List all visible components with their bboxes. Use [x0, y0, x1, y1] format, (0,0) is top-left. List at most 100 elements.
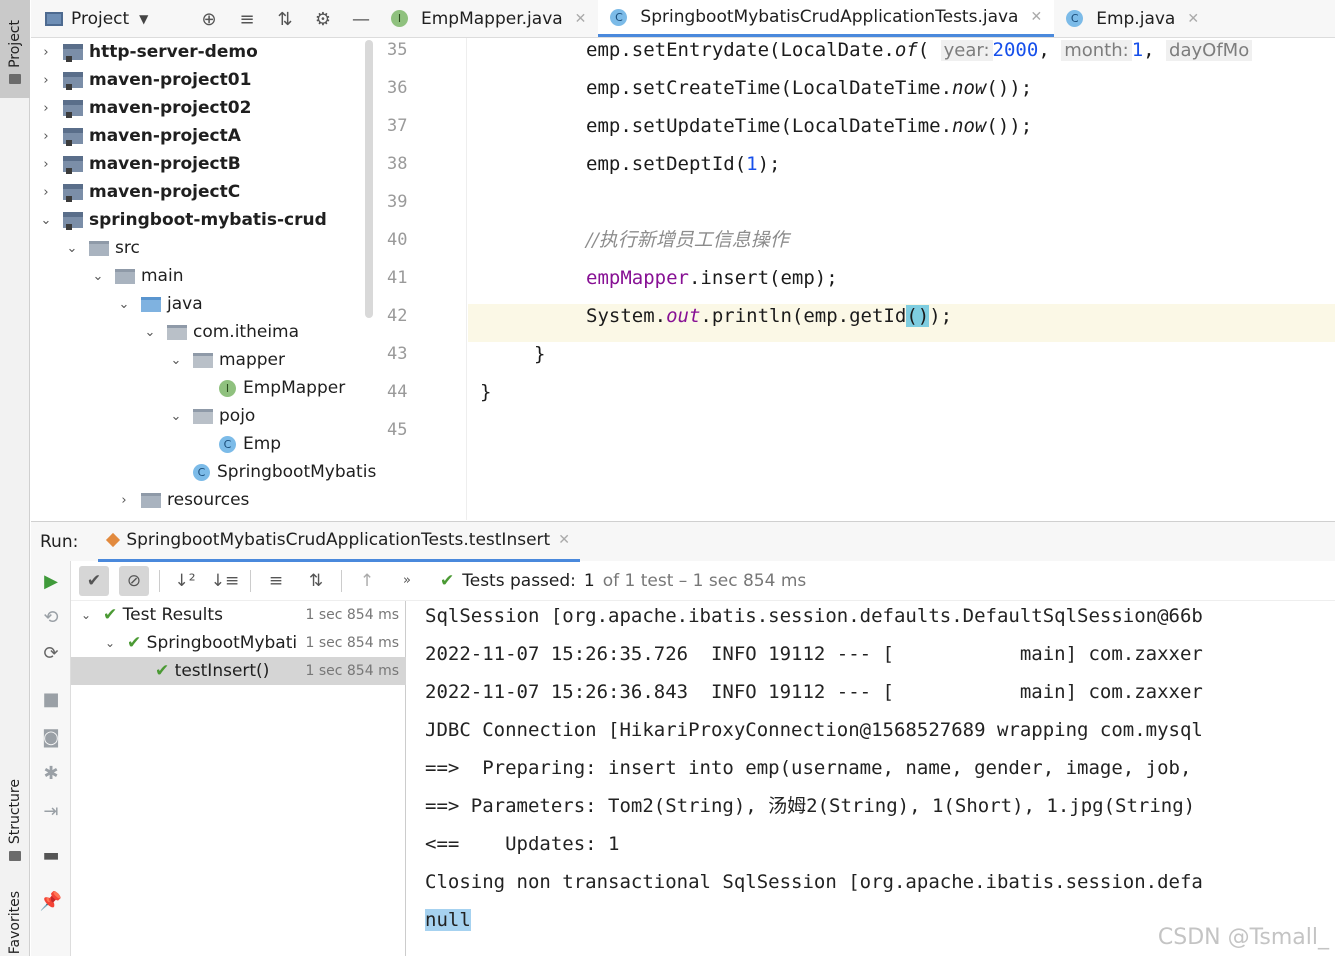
- layout-icon[interactable]: ▬: [39, 843, 63, 867]
- toggle-auto-test-icon[interactable]: ⟳: [39, 641, 63, 665]
- show-passed-icon[interactable]: ✔: [79, 565, 109, 596]
- tree-item-http-server-demo[interactable]: › http-server-demo: [39, 38, 258, 66]
- tree-item-springbootmybatis[interactable]: C SpringbootMybatis: [193, 458, 376, 486]
- project-view-selector[interactable]: Project: [71, 9, 129, 29]
- show-ignored-icon[interactable]: ⊘: [119, 565, 149, 596]
- project-tree-scrollbar[interactable]: [365, 40, 373, 318]
- chevron-down-icon[interactable]: ⌄: [169, 409, 183, 424]
- tree-item-mapper[interactable]: ⌄ mapper: [169, 346, 285, 374]
- stop-icon[interactable]: ■: [39, 687, 63, 711]
- close-icon[interactable]: ✕: [558, 532, 570, 548]
- project-tool-tab[interactable]: Project: [0, 0, 30, 98]
- debug-icon[interactable]: ✱: [39, 761, 63, 785]
- editor-tabs: I EmpMapper.java ✕ C SpringbootMybatisCr…: [379, 0, 1335, 38]
- chevron-right-icon[interactable]: ›: [39, 129, 53, 144]
- chevron-down-icon[interactable]: ⌄: [39, 213, 53, 228]
- structure-tool-tab[interactable]: Structure: [0, 770, 30, 870]
- check-icon: ✔: [103, 605, 118, 625]
- code-editor[interactable]: emp.setEntrydate(LocalDate.of( year: 2000…: [468, 38, 1335, 520]
- tree-item-maven-projecta[interactable]: › maven-projectA: [39, 122, 241, 150]
- tree-item-com-itheima[interactable]: ⌄ com.itheima: [143, 318, 300, 346]
- tree-item-springboot-mybatis-crud[interactable]: ⌄ springboot-mybatis-crud: [39, 206, 327, 234]
- tree-item-main[interactable]: ⌄ main: [91, 262, 184, 290]
- tree-item-emp[interactable]: C Emp: [219, 430, 281, 458]
- test-method-row[interactable]: ✔ testInsert() 1 sec 854 ms: [71, 657, 406, 685]
- tab-empmapper[interactable]: I EmpMapper.java ✕: [379, 0, 598, 37]
- expand-all-icon[interactable]: ≡: [237, 9, 257, 30]
- parameter-hint: month:: [1061, 40, 1132, 61]
- class-icon: C: [219, 435, 236, 453]
- close-icon[interactable]: ✕: [1187, 11, 1199, 27]
- chevron-right-icon[interactable]: ›: [39, 101, 53, 116]
- structure-icon: [9, 850, 21, 861]
- console-output[interactable]: SqlSession [org.apache.ibatis.session.de…: [407, 601, 1335, 956]
- chevron-right-icon[interactable]: ›: [117, 493, 131, 508]
- test-run-icon: [106, 532, 121, 548]
- rerun-failed-icon[interactable]: ⟲: [39, 605, 63, 629]
- code-line-42: System.out.println(emp.getId());: [468, 304, 1335, 342]
- chevron-right-icon[interactable]: ›: [39, 185, 53, 200]
- chevron-right-icon[interactable]: ›: [39, 45, 53, 60]
- tab-label: Emp.java: [1096, 8, 1176, 29]
- gear-icon[interactable]: ⚙: [313, 9, 333, 30]
- chevron-down-icon[interactable]: ⌄: [91, 269, 105, 284]
- previous-failed-icon[interactable]: ↑: [352, 566, 382, 596]
- chevron-down-icon[interactable]: ⌄: [65, 241, 79, 256]
- tree-item-maven-projectc[interactable]: › maven-projectC: [39, 178, 240, 206]
- test-results-root[interactable]: ⌄ ✔ Test Results 1 sec 854 ms: [71, 601, 406, 629]
- chevron-right-icon[interactable]: ›: [39, 157, 53, 172]
- module-icon: [63, 72, 83, 90]
- chevron-down-icon[interactable]: ⌄: [103, 636, 117, 650]
- chevron-down-icon[interactable]: ⌄: [79, 608, 93, 622]
- collapse-all-icon[interactable]: ⇅: [275, 9, 295, 30]
- module-icon: [63, 100, 83, 118]
- more-actions-icon[interactable]: »: [392, 566, 422, 596]
- close-icon[interactable]: ✕: [1030, 9, 1042, 25]
- tab-emp[interactable]: C Emp.java ✕: [1054, 0, 1211, 37]
- module-icon: [63, 128, 83, 146]
- test-results-tree: ⌄ ✔ Test Results 1 sec 854 ms ⌄ ✔ Spring…: [71, 601, 406, 956]
- tool-window-strip: Project Structure Favorites: [0, 0, 30, 956]
- chevron-down-icon[interactable]: ⌄: [143, 325, 157, 340]
- tree-item-maven-project02[interactable]: › maven-project02: [39, 94, 251, 122]
- tab-springbootmybatiscrudapplicationtests[interactable]: C SpringbootMybatisCrudApplicationTests.…: [598, 0, 1055, 37]
- pin-icon[interactable]: 📌: [39, 889, 63, 913]
- close-icon[interactable]: ✕: [575, 11, 587, 27]
- expand-all-icon[interactable]: ≡: [261, 566, 291, 596]
- project-panel-header: Project ▼ ⊕ ≡ ⇅ ⚙ —: [31, 0, 379, 38]
- tree-item-maven-project01[interactable]: › maven-project01: [39, 66, 251, 94]
- sort-alphabetically-icon[interactable]: ↓²: [170, 566, 200, 596]
- console-line: ==> Preparing: insert into emp(username,…: [425, 757, 1192, 779]
- rerun-icon[interactable]: ▶: [39, 569, 63, 593]
- chevron-down-icon[interactable]: ▼: [139, 12, 148, 26]
- chevron-down-icon[interactable]: ⌄: [117, 297, 131, 312]
- structure-tool-tab-label: Structure: [7, 779, 23, 845]
- chevron-down-icon[interactable]: ⌄: [169, 353, 183, 368]
- package-icon: [193, 352, 213, 368]
- export-icon[interactable]: ⇥: [39, 799, 63, 823]
- favorites-tool-tab-label: Favorites: [7, 891, 23, 955]
- favorites-tool-tab[interactable]: Favorites: [0, 890, 30, 956]
- console-line: null: [425, 905, 471, 943]
- test-class-row[interactable]: ⌄ ✔ SpringbootMybati 1 sec 854 ms: [71, 629, 406, 657]
- minimize-icon[interactable]: —: [351, 9, 371, 30]
- run-config-tab[interactable]: SpringbootMybatisCrudApplicationTests.te…: [98, 522, 580, 562]
- collapse-all-icon[interactable]: ⇅: [301, 566, 331, 596]
- line-number: 40: [387, 230, 408, 250]
- module-icon: [63, 156, 83, 174]
- tree-item-resources[interactable]: › resources: [117, 486, 249, 514]
- camera-icon[interactable]: ◙: [39, 725, 63, 749]
- tree-item-maven-projectb[interactable]: › maven-projectB: [39, 150, 241, 178]
- module-icon: [63, 184, 83, 202]
- tree-item-src[interactable]: ⌄ src: [65, 234, 140, 262]
- locate-icon[interactable]: ⊕: [199, 9, 219, 30]
- tree-item-pojo[interactable]: ⌄ pojo: [169, 402, 256, 430]
- chevron-right-icon[interactable]: ›: [39, 73, 53, 88]
- package-icon: [193, 408, 213, 424]
- run-toolbar: ✔ ⊘ ↓² ↓≡ ≡ ⇅ ↑ » ✔ Tests passed: 1 of 1…: [71, 561, 1335, 601]
- console-line: 2022-11-07 15:26:36.843 INFO 19112 --- […: [425, 681, 1203, 703]
- line-number: 35: [387, 40, 408, 60]
- sort-by-duration-icon[interactable]: ↓≡: [210, 566, 240, 596]
- tree-item-java[interactable]: ⌄ java: [117, 290, 203, 318]
- tree-item-empmapper[interactable]: I EmpMapper: [219, 374, 345, 402]
